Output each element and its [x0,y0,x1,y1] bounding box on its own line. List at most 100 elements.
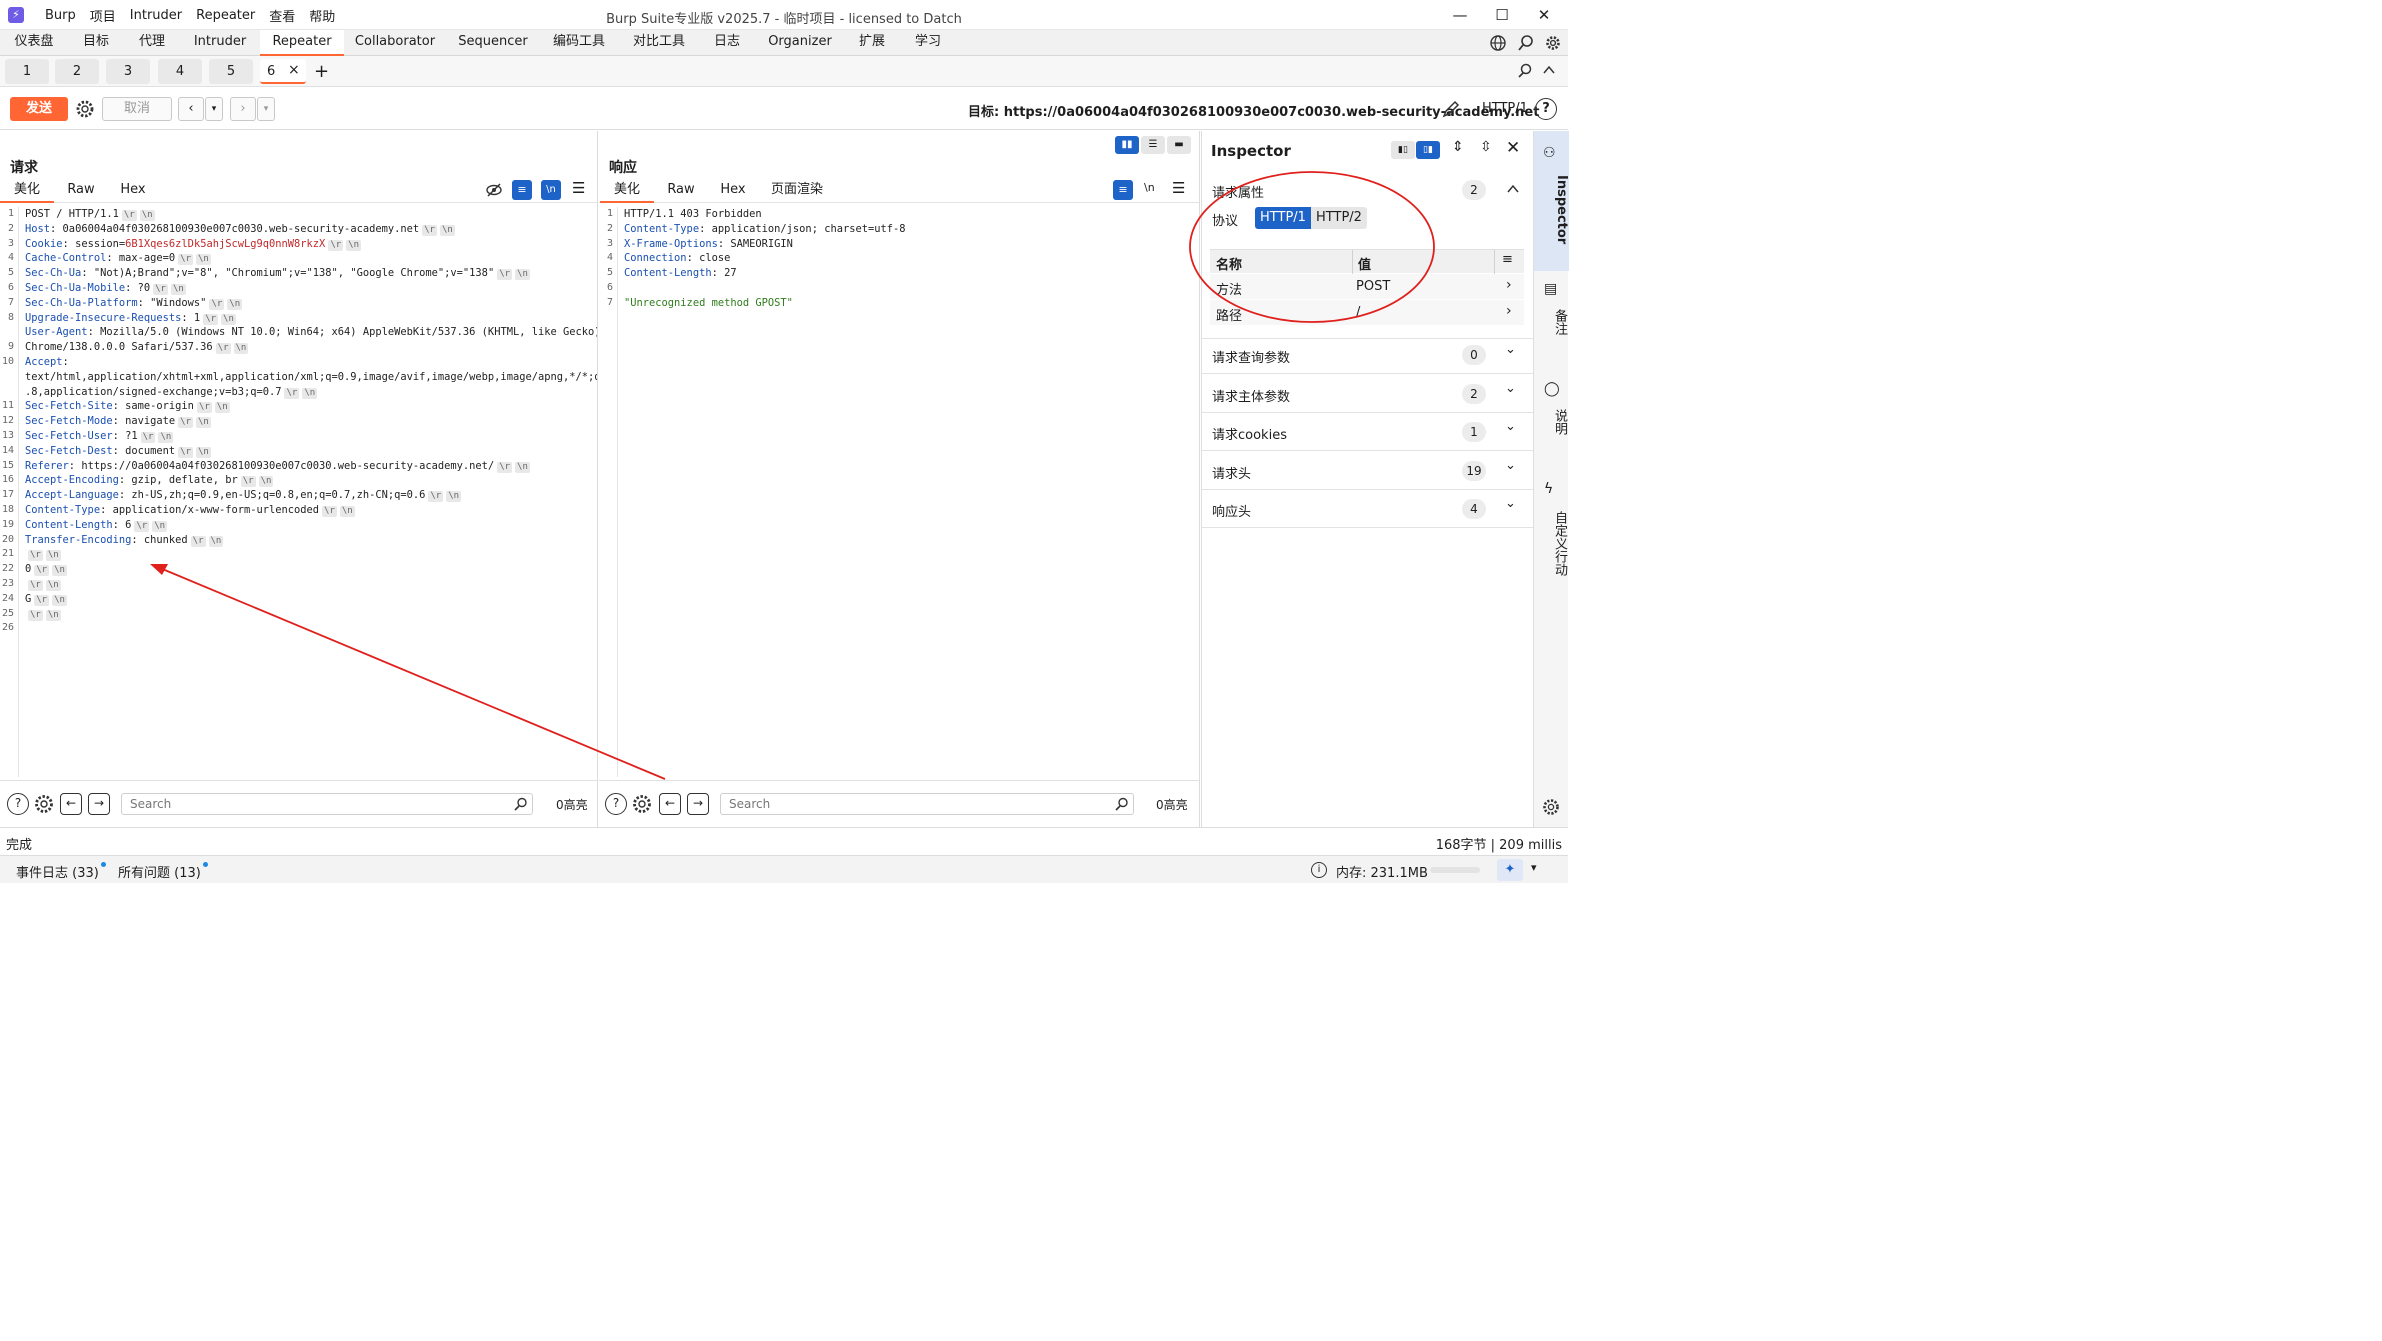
send-button[interactable]: 发送 [10,97,68,121]
side-tab-explanation[interactable]: 说明 [1534,409,1569,435]
close-window-icon[interactable]: ✕ [1530,4,1558,26]
inspector-section[interactable]: 请求主体参数 2 ⌄ [1202,375,1534,413]
search-settings-gear-icon[interactable] [630,792,654,816]
add-tab-icon[interactable]: + [314,59,329,84]
menu-icon[interactable]: ☰ [572,179,585,197]
side-tab-custom-actions[interactable]: 自定义行动 [1534,511,1569,576]
wrap-values-icon[interactable]: ≡ [1502,252,1513,267]
inspector-section[interactable]: 请求查询参数 0 ⌄ [1202,336,1534,374]
expand-all-icon[interactable]: ⇕ [1452,139,1464,155]
repeater-tab-2[interactable]: 2 [55,59,99,84]
request-attributes-label[interactable]: 请求属性 [1212,182,1264,201]
edit-target-pencil-icon[interactable] [1441,99,1461,119]
repeater-tab-3[interactable]: 3 [106,59,150,84]
menu-repeater[interactable]: Repeater [189,8,262,23]
tab-collaborator[interactable]: Collaborator [350,30,440,56]
minimize-icon[interactable]: — [1446,4,1474,26]
tab-pretty[interactable]: 美化 [600,179,654,203]
event-log-link[interactable]: 事件日志 (33) [16,862,106,881]
chevron-right-icon[interactable]: › [1506,303,1512,319]
tab-sequencer[interactable]: Sequencer [454,30,532,56]
http1-toggle[interactable]: HTTP/1 [1255,207,1311,229]
attribute-row-method[interactable]: 方法 POST › [1210,274,1524,299]
show-newlines-icon[interactable]: \n [1144,181,1155,194]
hide-eye-icon[interactable] [485,181,503,199]
chevron-up-icon[interactable] [1507,184,1519,194]
request-search-input[interactable]: Search [121,793,533,815]
word-wrap-icon[interactable]: ≡ [512,180,532,200]
info-icon[interactable]: i [1311,862,1327,878]
cancel-button[interactable]: 取消 [102,97,172,121]
layout-rows-icon[interactable]: ☰ [1141,136,1165,154]
inspector-layout-right-icon[interactable]: ▯▮ [1416,141,1440,159]
tab-pretty[interactable]: 美化 [0,179,54,203]
tab-organizer[interactable]: Organizer [762,30,838,56]
menu-intruder[interactable]: Intruder [123,8,189,23]
tab-target[interactable]: 目标 [74,30,118,56]
menu-help[interactable]: 帮助 [302,6,342,25]
back-arrow-icon[interactable]: ‹ [178,97,204,121]
repeater-tab-1[interactable]: 1 [5,59,49,84]
tab-proxy[interactable]: 代理 [130,30,174,56]
menu-view[interactable]: 查看 [262,6,302,25]
search-settings-gear-icon[interactable] [32,792,56,816]
tab-extensions[interactable]: 扩展 [850,30,894,56]
inspector-section[interactable]: 响应头 4 ⌄ [1202,490,1534,528]
side-tab-inspector[interactable]: Inspector [1534,175,1569,244]
inspector-layout-left-icon[interactable]: ▮▯ [1391,141,1415,159]
attribute-row-path[interactable]: 路径 / › [1210,300,1524,325]
side-tab-notes[interactable]: 备注 [1534,309,1569,335]
search-icon[interactable] [1517,34,1535,52]
search-help-icon[interactable]: ? [7,793,29,815]
menu-burp[interactable]: Burp [38,8,83,23]
tab-comparer[interactable]: 对比工具 [626,30,692,56]
forward-dropdown-chevron-icon[interactable]: ▾ [257,97,275,121]
chevron-down-icon[interactable]: ⌄ [1505,496,1516,511]
search-next-arrow-icon[interactable]: → [88,793,110,815]
chevron-down-icon[interactable]: ⌄ [1505,342,1516,357]
response-editor[interactable]: 1 2 3 4 5 6 7 HTTP/1.1 403 Forbidden Content-Ty… [599,207,1199,777]
request-editor[interactable]: 1 2 3 4 5 6 7 8 9 10 11 12 13 14 15 16 17 18 19 20 21 22 23 24 2… [0,207,597,777]
side-settings-gear-icon[interactable] [1541,797,1561,817]
tab-hex[interactable]: Hex [710,179,756,203]
all-issues-link[interactable]: 所有问题 (13) [118,862,208,881]
repeater-tab-6[interactable]: 6 × [260,59,306,84]
help-icon[interactable]: ? [1535,98,1557,120]
chevron-down-icon[interactable]: ⌄ [1505,419,1516,434]
menu-icon[interactable]: ☰ [1172,179,1185,197]
collapse-all-icon[interactable]: ⇳ [1480,139,1492,155]
tab-dashboard[interactable]: 仪表盘 [6,30,62,56]
repeater-tab-4[interactable]: 4 [158,59,202,84]
chevron-down-icon[interactable]: ▾ [1531,861,1537,874]
inspector-section[interactable]: 请求cookies 1 ⌄ [1202,413,1534,451]
globe-icon[interactable] [1489,34,1507,52]
search-help-icon[interactable]: ? [605,793,627,815]
show-newlines-icon[interactable]: \n [541,180,561,200]
repeater-tab-5[interactable]: 5 [209,59,253,84]
inspector-section[interactable]: 请求头 19 ⌄ [1202,452,1534,490]
settings-gear-icon[interactable] [1544,34,1562,52]
response-search-input[interactable]: Search [720,793,1134,815]
collapse-chevron-icon[interactable] [1543,65,1555,75]
menu-project[interactable]: 项目 [83,6,123,25]
tab-learn[interactable]: 学习 [906,30,950,56]
tab-logger[interactable]: 日志 [706,30,748,56]
ai-sparkle-icon[interactable]: ✦ [1497,859,1523,881]
send-settings-gear-icon[interactable] [74,98,96,120]
chevron-down-icon[interactable]: ⌄ [1505,458,1516,473]
close-tab-icon[interactable]: × [288,58,300,83]
layout-columns-icon[interactable]: ▮▮ [1115,136,1139,154]
chevron-down-icon[interactable]: ⌄ [1505,381,1516,396]
tab-intruder[interactable]: Intruder [186,30,254,56]
maximize-icon[interactable]: ☐ [1488,4,1516,26]
tab-render[interactable]: 页面渲染 [766,179,828,203]
search-prev-arrow-icon[interactable]: ← [659,793,681,815]
tab-decoder[interactable]: 编码工具 [546,30,612,56]
layout-tabs-icon[interactable]: ▬ [1167,136,1191,154]
http2-toggle[interactable]: HTTP/2 [1311,207,1367,229]
word-wrap-icon[interactable]: ≡ [1113,180,1133,200]
tab-repeater[interactable]: Repeater [260,30,344,56]
back-dropdown-chevron-icon[interactable]: ▾ [205,97,223,121]
tab-search-icon[interactable] [1517,63,1533,79]
forward-arrow-icon[interactable]: › [230,97,256,121]
